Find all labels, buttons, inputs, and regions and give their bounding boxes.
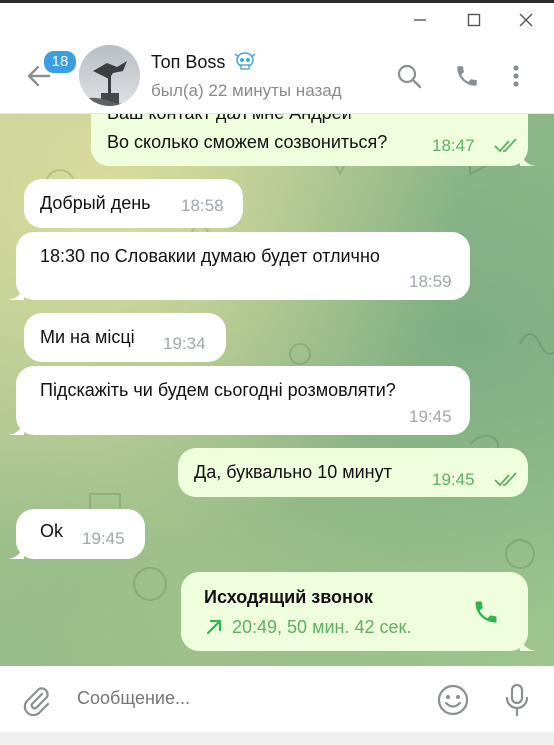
bubble-tail <box>8 419 24 435</box>
call-message-bubble[interactable]: Исходящий звонок 20:49, 50 мин. 42 сек. <box>181 572 536 651</box>
message-time: 19:45 <box>432 470 475 489</box>
call-details: 20:49, 50 мин. 42 сек. <box>232 617 412 637</box>
message-text: 18:30 по Словакии думаю будет отлично <box>40 246 380 266</box>
message-bubble-outgoing[interactable]: Да, буквально 10 минут 19:45 <box>178 448 528 497</box>
message-time: 19:45 <box>409 407 452 426</box>
bubble-tail <box>520 150 536 166</box>
double-check-icon <box>494 138 517 153</box>
message-bubble-incoming[interactable]: 18:30 по Словакии думаю будет отлично 18… <box>8 232 470 300</box>
emoji-icon[interactable] <box>436 683 470 717</box>
message-time: 18:59 <box>409 272 452 291</box>
last-seen-status: был(а) 22 минуты назад <box>151 81 342 100</box>
search-icon[interactable] <box>396 63 422 89</box>
chat-title[interactable]: Топ Boss <box>151 51 256 76</box>
call-back-phone-icon[interactable] <box>472 598 500 626</box>
microphone-icon[interactable] <box>503 683 531 717</box>
bubble-tail <box>8 543 24 559</box>
message-time: 19:34 <box>163 334 206 353</box>
message-bubble-incoming[interactable]: Ok 19:45 <box>8 509 145 559</box>
message-list[interactable]: Ваш контакт дал мне Андрей Во сколько см… <box>0 114 554 666</box>
message-bubble-incoming[interactable]: Добрый день 18:58 <box>24 179 243 228</box>
bubble-tail <box>8 284 24 300</box>
message-time: 19:45 <box>82 529 125 548</box>
message-text: Підскажіть чи будем сьогодні розмовляти? <box>40 380 396 400</box>
phone-icon[interactable] <box>454 63 480 89</box>
double-check-icon <box>494 472 517 487</box>
close-icon[interactable] <box>504 3 548 37</box>
maximize-icon[interactable] <box>452 3 496 37</box>
minimize-icon[interactable] <box>398 3 442 37</box>
message-text: Ваш контакт дал мне Андрей <box>107 114 352 124</box>
window-bottom-edge <box>0 732 554 745</box>
chat-name-text: Топ Boss <box>151 52 226 72</box>
message-text: Ми на місці <box>40 327 135 347</box>
message-time: 18:58 <box>181 196 224 215</box>
message-text: Ok <box>40 521 64 541</box>
message-composer <box>0 666 554 732</box>
message-bubble-outgoing[interactable]: Ваш контакт дал мне Андрей Во сколько см… <box>91 114 536 166</box>
message-text: Добрый день <box>40 193 151 213</box>
message-text: Да, буквально 10 минут <box>194 462 392 482</box>
message-time: 18:47 <box>432 136 475 155</box>
outgoing-arrow-icon <box>206 619 222 635</box>
bubble-tail <box>520 635 536 651</box>
window-titlebar <box>0 3 554 37</box>
call-title: Исходящий звонок <box>204 587 373 607</box>
message-text: Во сколько сможем созвониться? <box>107 132 388 152</box>
skull-icon <box>234 51 256 76</box>
message-bubble-incoming[interactable]: Підскажіть чи будем сьогодні розмовляти?… <box>8 366 470 435</box>
message-input[interactable] <box>77 688 417 709</box>
message-bubble-incoming[interactable]: Ми на місці 19:34 <box>24 313 226 362</box>
avatar[interactable] <box>79 45 140 106</box>
unread-count-badge: 18 <box>42 49 78 75</box>
paperclip-icon[interactable] <box>20 684 52 717</box>
more-options-icon[interactable] <box>506 63 532 89</box>
chat-header: 18 Топ Boss был(а) 22 минуты назад <box>0 37 554 114</box>
